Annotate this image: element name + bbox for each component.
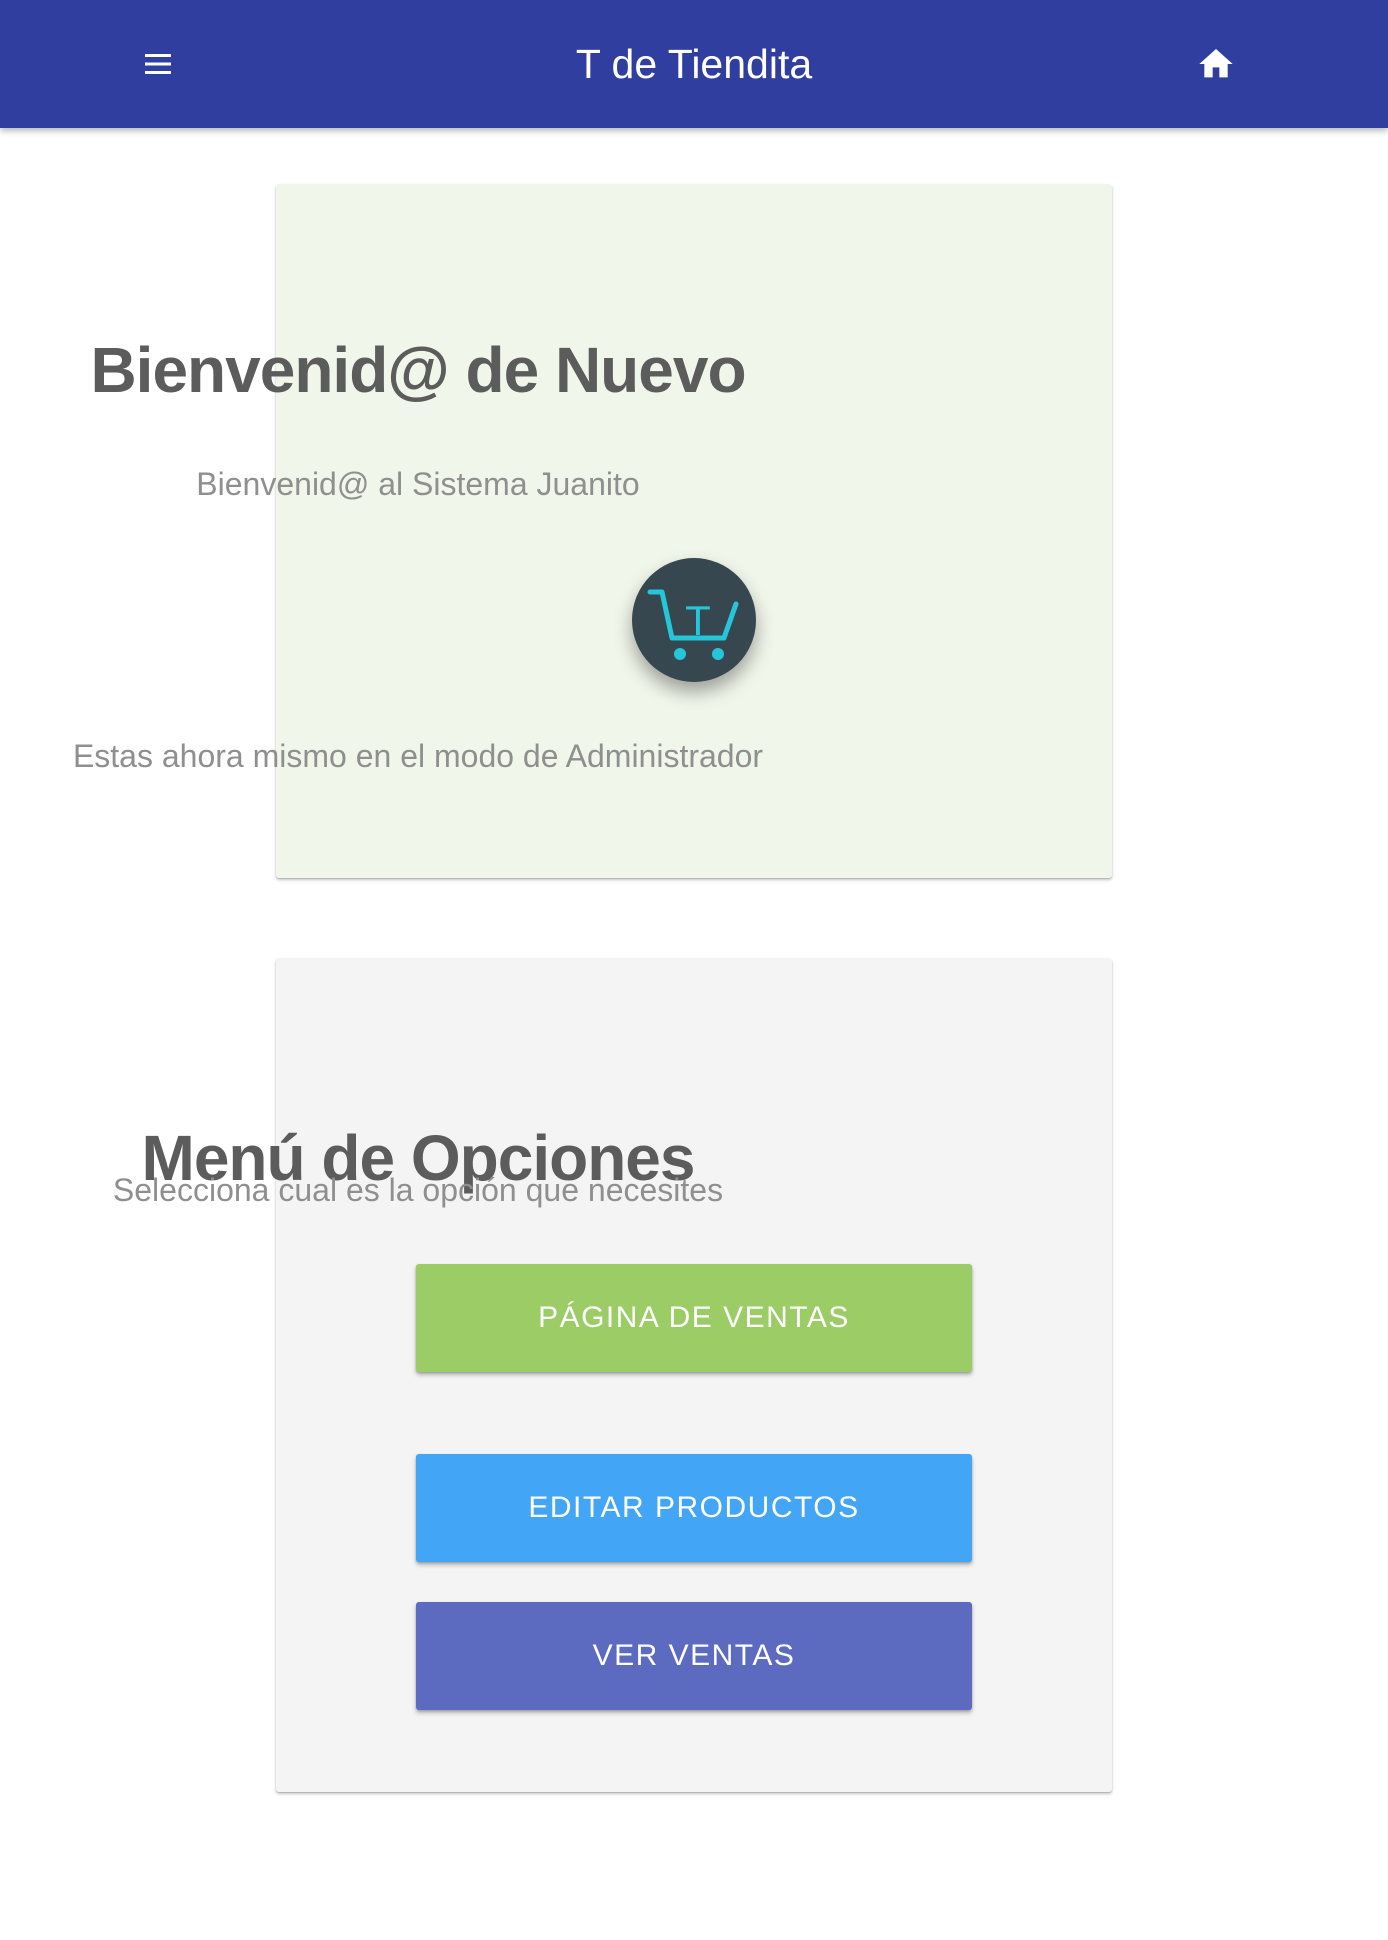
menu-button[interactable] (128, 34, 188, 94)
view-sales-button[interactable]: VER VENTAS (416, 1602, 972, 1710)
top-toolbar: T de Tiendita (0, 0, 1388, 128)
sales-page-button[interactable]: PÁGINA DE VENTAS (416, 1264, 972, 1372)
home-icon (1199, 49, 1233, 78)
shopping-cart-icon: T (647, 589, 739, 660)
home-button[interactable] (1186, 34, 1246, 94)
store-logo: T (632, 558, 756, 682)
menu-subtitle: Selecciona cual es la opción que necesit… (112, 1172, 724, 1208)
app-title: T de Tiendita (575, 41, 813, 87)
edit-products-button[interactable]: EDITAR PRODUCTOS (416, 1454, 972, 1562)
welcome-heading-rest: de Nuevo (448, 333, 746, 406)
menu-icon (145, 54, 171, 74)
welcome-heading: Bienvenid@ de Nuevo (0, 333, 836, 407)
admin-mode-text: Estas ahora mismo en el modo de Administ… (72, 738, 764, 774)
welcome-subtitle: Bienvenid@ al Sistema Juanito (196, 466, 640, 502)
logo-letter: T (685, 597, 711, 644)
welcome-heading-bold: Bienvenid@ (90, 333, 449, 406)
